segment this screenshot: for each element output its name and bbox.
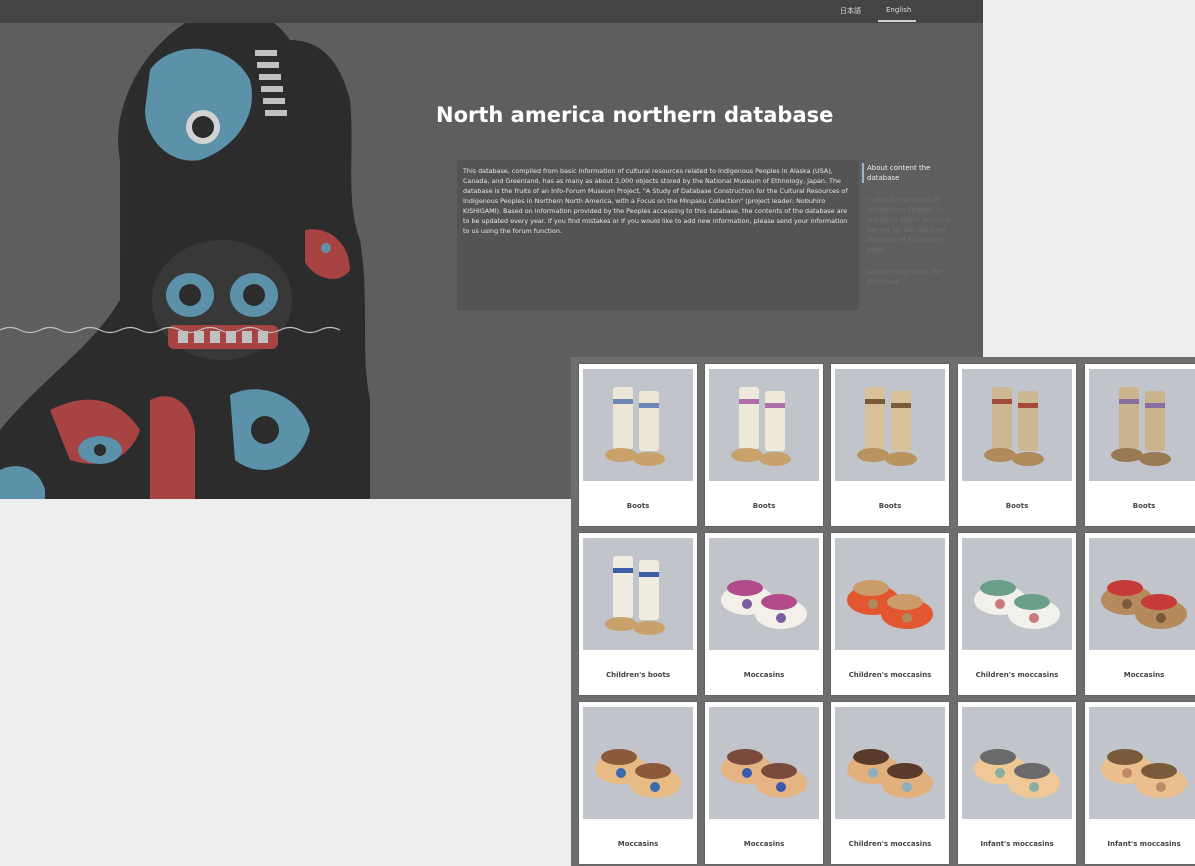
collection-card-label: Boots: [626, 502, 650, 510]
moccasins-image[interactable]: [962, 538, 1072, 650]
collection-card-label: Moccasins: [743, 671, 785, 679]
boots-image[interactable]: [583, 538, 693, 650]
boots-image[interactable]: [583, 369, 693, 481]
moccasins-image[interactable]: [1089, 707, 1195, 819]
collection-card[interactable]: Boots: [831, 364, 949, 526]
collection-card[interactable]: Infant's moccasins: [958, 702, 1076, 864]
moccasins-image[interactable]: [835, 538, 945, 650]
collection-card[interactable]: Moccasins: [705, 702, 823, 864]
moccasins-image[interactable]: [835, 707, 945, 819]
collection-card[interactable]: Infant's moccasins: [1085, 702, 1195, 864]
collection-card-label: Children's moccasins: [975, 671, 1059, 679]
collection-card-label: Boots: [1005, 502, 1029, 510]
language-japanese-link[interactable]: 日本語: [840, 6, 861, 16]
collection-card-label: Boots: [1132, 502, 1156, 510]
collection-card[interactable]: Boots: [705, 364, 823, 526]
page-title: North america northern database: [436, 103, 834, 127]
boots-image[interactable]: [962, 369, 1072, 481]
active-language-indicator: [878, 20, 916, 22]
collection-card[interactable]: Children's moccasins: [958, 533, 1076, 695]
moccasins-image[interactable]: [709, 538, 819, 650]
collection-card-label: Moccasins: [617, 840, 659, 848]
collection-card-label: Children's moccasins: [848, 671, 932, 679]
side-menu: About content the database Cultural reso…: [862, 163, 962, 299]
collection-grid: Boots Boots Boots Boots Boots Children's…: [571, 357, 1195, 866]
collection-card-label: Moccasins: [1123, 671, 1165, 679]
collection-card-label: Infant's moccasins: [1107, 840, 1181, 848]
description-text: This database, compiled from basic infor…: [463, 167, 848, 235]
collection-card[interactable]: Children's moccasins: [831, 702, 949, 864]
collection-card[interactable]: Boots: [579, 364, 697, 526]
language-english-link[interactable]: English: [886, 6, 911, 14]
collection-card[interactable]: Moccasins: [1085, 533, 1195, 695]
description-panel: This database, compiled from basic infor…: [457, 160, 859, 310]
collection-card-label: Infant's moccasins: [980, 840, 1054, 848]
boots-image[interactable]: [1089, 369, 1195, 481]
moccasins-image[interactable]: [583, 707, 693, 819]
moccasins-image[interactable]: [962, 707, 1072, 819]
boots-image[interactable]: [835, 369, 945, 481]
collection-card[interactable]: Children's moccasins: [831, 533, 949, 695]
side-menu-item-about-indigenous[interactable]: About Indigenous the database: [862, 267, 962, 287]
collection-card[interactable]: Boots: [958, 364, 1076, 526]
collection-card-label: Children's moccasins: [848, 840, 932, 848]
side-menu-item-cultural-resources[interactable]: Cultural resources of Indigenous Peoples…: [862, 195, 962, 255]
collection-card-label: Moccasins: [743, 840, 785, 848]
collection-card[interactable]: Boots: [1085, 364, 1195, 526]
collection-card-label: Boots: [878, 502, 902, 510]
collection-card[interactable]: Moccasins: [579, 702, 697, 864]
boots-image[interactable]: [709, 369, 819, 481]
collection-card-label: Boots: [752, 502, 776, 510]
moccasins-image[interactable]: [1089, 538, 1195, 650]
collection-card[interactable]: Children's boots: [579, 533, 697, 695]
moccasins-image[interactable]: [709, 707, 819, 819]
side-menu-item-about-content[interactable]: About content the database: [862, 163, 962, 183]
collection-card[interactable]: Moccasins: [705, 533, 823, 695]
collection-card-label: Children's boots: [605, 671, 670, 679]
language-bar: 日本語 English: [0, 0, 983, 23]
